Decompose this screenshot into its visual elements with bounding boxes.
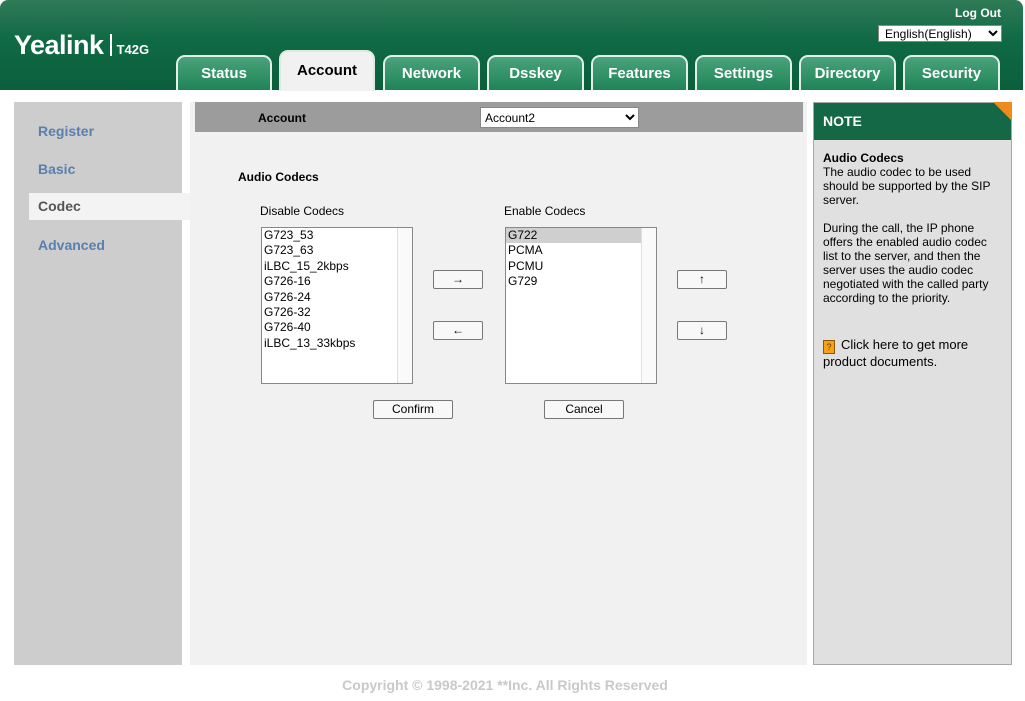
model-label: T42G <box>116 42 150 57</box>
sidebar-item-advanced[interactable]: Advanced <box>38 237 105 253</box>
codec-option[interactable]: G723_63 <box>262 243 397 258</box>
note-panel: NOTE Audio Codecs The audio codec to be … <box>813 102 1012 665</box>
disabled-codecs-list[interactable]: G723_53 G723_63 iLBC_15_2kbps G726-16 G726-2… <box>261 227 413 384</box>
move-up-button[interactable]: ↑ <box>677 270 727 289</box>
document-icon: ? <box>823 340 835 354</box>
sidebar-item-codec[interactable]: Codec <box>29 193 204 220</box>
codec-option[interactable]: iLBC_13_33kbps <box>262 336 397 351</box>
tab-directory[interactable]: Directory <box>799 55 896 90</box>
logo-text: Yealink <box>14 30 104 60</box>
top-header: Yealink T42G Log Out English(English) Sta… <box>0 0 1023 91</box>
note-header: NOTE <box>814 103 1011 140</box>
disable-codecs-label: Disable Codecs <box>260 204 345 218</box>
logo-divider <box>109 34 112 56</box>
codec-option[interactable]: G722 <box>506 228 641 244</box>
section-title: Audio Codecs <box>238 170 319 184</box>
tab-dsskey[interactable]: Dsskey <box>487 55 584 90</box>
codec-option[interactable]: G726-40 <box>262 320 397 335</box>
move-right-button[interactable]: → <box>433 270 483 289</box>
enabled-codecs-list[interactable]: G722 PCMA PCMU G729 <box>505 227 657 384</box>
codec-option[interactable]: G723_53 <box>262 228 397 243</box>
disabled-list-scrollbar[interactable] <box>397 228 412 383</box>
account-bar: Account Account2 <box>195 102 803 132</box>
product-documents-link[interactable]: ? Click here to get more product document… <box>823 337 1003 370</box>
logout-link[interactable]: Log Out <box>955 6 1001 20</box>
codec-option[interactable]: PCMU <box>506 259 641 274</box>
note-paragraph-2: During the call, the IP phone offers the… <box>823 221 989 305</box>
note-title: Audio Codecs <box>823 151 904 165</box>
tab-features[interactable]: Features <box>591 55 688 90</box>
account-select[interactable]: Account2 <box>480 107 639 128</box>
sidebar: Register Basic Codec Advanced <box>14 102 204 665</box>
confirm-button[interactable]: Confirm <box>373 400 453 419</box>
codec-settings-panel: Account Account2 Audio Codecs Disable Co… <box>190 102 807 665</box>
tab-network[interactable]: Network <box>383 55 480 90</box>
doc-link-text[interactable]: Click here to get more product documents… <box>823 337 968 369</box>
codec-option[interactable]: G729 <box>506 274 641 289</box>
codec-option[interactable]: G726-16 <box>262 274 397 289</box>
note-corner-icon <box>993 102 1012 121</box>
note-body: Audio Codecs The audio codec to be used … <box>823 151 1003 305</box>
tab-security[interactable]: Security <box>903 55 1000 90</box>
language-select[interactable]: English(English) <box>878 25 1002 42</box>
account-label: Account <box>258 111 306 125</box>
enable-codecs-label: Enable Codecs <box>504 204 586 218</box>
copyright: Copyright © 1998-2021 **Inc. All Rights … <box>342 677 668 693</box>
note-spacer <box>823 207 1003 221</box>
yealink-logo: Yealink T42G <box>14 30 149 61</box>
sidebar-item-register[interactable]: Register <box>38 123 94 139</box>
codec-option[interactable]: PCMA <box>506 243 641 258</box>
move-left-button[interactable]: ← <box>433 321 483 340</box>
codec-option[interactable]: iLBC_15_2kbps <box>262 259 397 274</box>
codec-option[interactable]: G726-32 <box>262 305 397 320</box>
cancel-button[interactable]: Cancel <box>544 400 624 419</box>
note-paragraph-1: The audio codec to be used should be sup… <box>823 165 991 207</box>
codec-option[interactable]: G726-24 <box>262 290 397 305</box>
tab-settings[interactable]: Settings <box>695 55 792 90</box>
move-down-button[interactable]: ↓ <box>677 321 727 340</box>
enabled-list-scrollbar[interactable] <box>641 228 656 383</box>
tab-account[interactable]: Account <box>279 50 375 91</box>
tab-status[interactable]: Status <box>176 55 272 90</box>
sidebar-item-basic[interactable]: Basic <box>38 161 75 177</box>
